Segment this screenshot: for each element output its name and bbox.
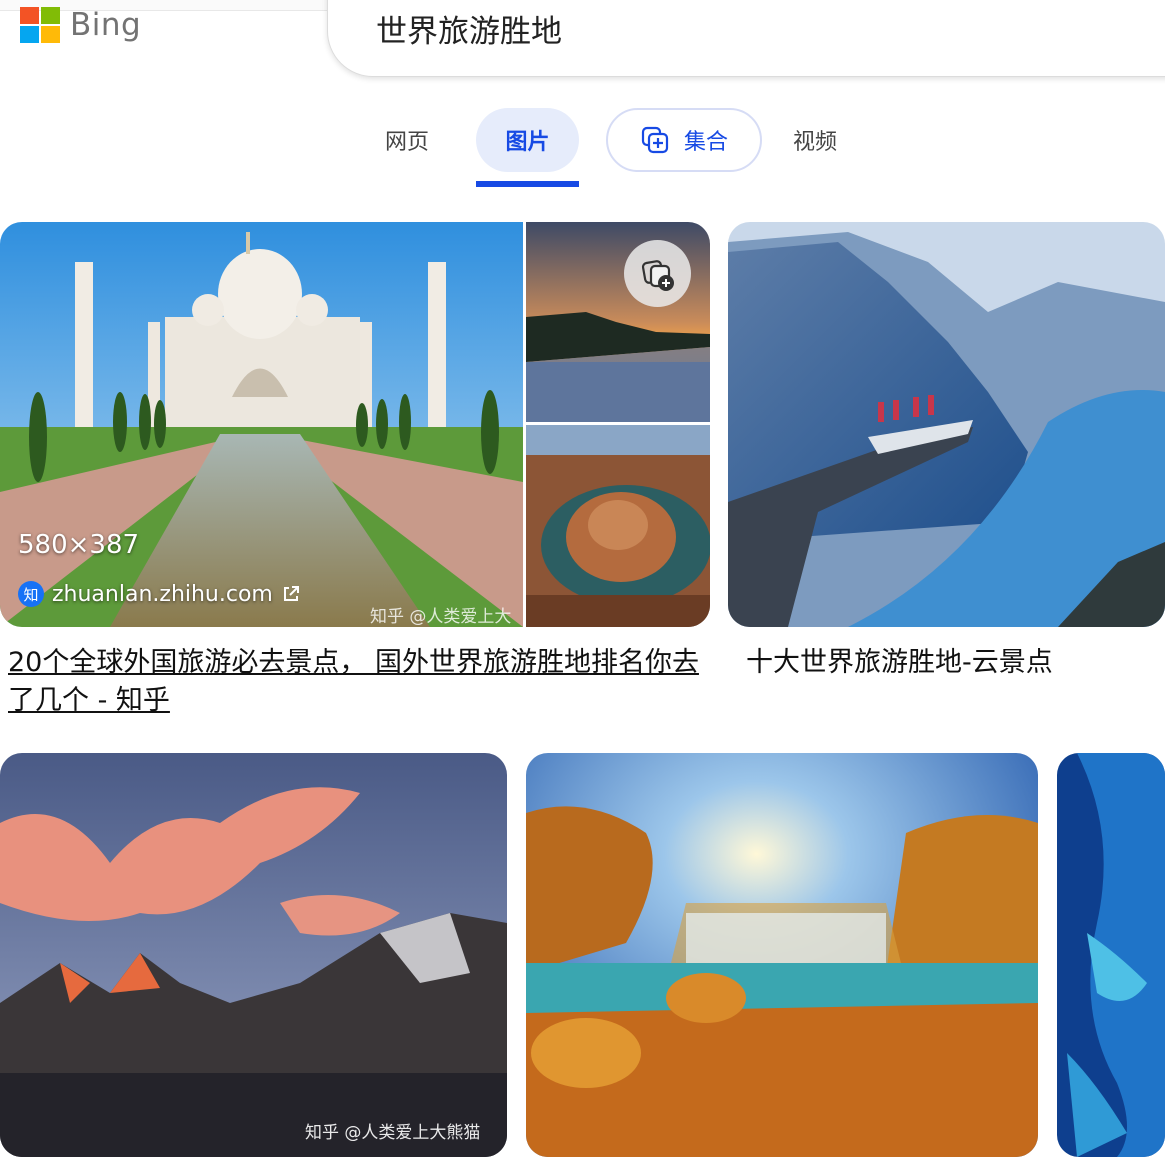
logo-text: Bing <box>70 7 142 43</box>
image-watermark: 知乎 @人类爱上大熊猫 <box>305 1123 480 1143</box>
bing-logo[interactable]: Bing <box>20 5 141 45</box>
result-title-link[interactable]: 20个全球外国旅游必去景点， 国外世界旅游胜地排名你去了几个 - 知乎 <box>8 644 708 720</box>
collection-add-icon <box>641 259 674 291</box>
image-watermark: 知乎 @人类爱上大 <box>370 607 511 627</box>
trolltunga-image[interactable] <box>728 222 1165 627</box>
tab-images-underline <box>476 181 579 187</box>
image-result-card[interactable]: 知乎 @人类爱上大 <box>0 222 710 627</box>
horseshoe-bend-image[interactable] <box>526 425 710 627</box>
tab-collections[interactable]: 集合 <box>606 108 762 172</box>
microsoft-logo-icon <box>20 7 60 43</box>
search-query[interactable]: 世界旅游胜地 <box>376 6 562 51</box>
tab-videos[interactable]: 视频 <box>772 108 858 172</box>
zhihu-icon: 知 <box>18 581 44 607</box>
external-link-icon <box>283 586 299 601</box>
tab-collections-label: 集合 <box>683 130 728 155</box>
add-to-collection-button[interactable] <box>624 240 691 307</box>
source-domain: zhuanlan.zhihu.com <box>52 581 273 607</box>
image-source[interactable]: 知 zhuanlan.zhihu.com <box>18 581 301 607</box>
patagonia-mountain-image[interactable]: 知乎 @人类爱上大熊猫 <box>0 753 507 1157</box>
image-dimensions: 580×387 <box>18 530 140 560</box>
waterfall-image[interactable] <box>526 753 1038 1157</box>
taj-mahal-image[interactable]: 知乎 @人类爱上大 <box>0 222 523 627</box>
tab-web[interactable]: 网页 <box>362 108 452 172</box>
collection-add-icon <box>641 126 669 154</box>
reef-ocean-image[interactable] <box>1057 753 1165 1157</box>
tab-images[interactable]: 图片 <box>476 108 579 172</box>
result-title-link[interactable]: 十大世界旅游胜地-云景点 <box>746 644 1146 682</box>
